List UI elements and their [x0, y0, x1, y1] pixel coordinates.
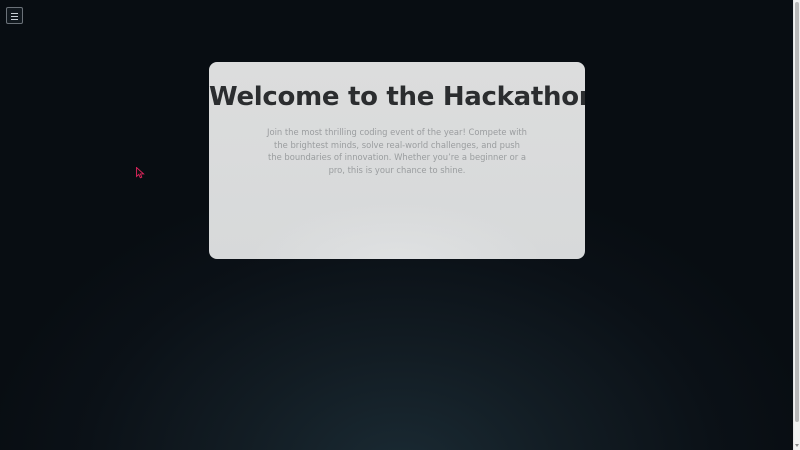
- scrollbar-thumb[interactable]: [795, 2, 799, 422]
- scroll-down-arrow-icon[interactable]: [795, 444, 799, 447]
- vertical-scrollbar[interactable]: [793, 0, 800, 450]
- hero-card: Welcome to the Hackathon Join the most t…: [209, 62, 585, 259]
- menu-button[interactable]: [6, 7, 23, 24]
- hamburger-menu-icon: [11, 13, 18, 20]
- mouse-cursor-icon: [136, 167, 145, 179]
- hero-title: Welcome to the Hackathon: [209, 82, 585, 112]
- page-viewport: Welcome to the Hackathon Join the most t…: [0, 0, 793, 450]
- hero-description: Join the most thrilling coding event of …: [266, 127, 527, 175]
